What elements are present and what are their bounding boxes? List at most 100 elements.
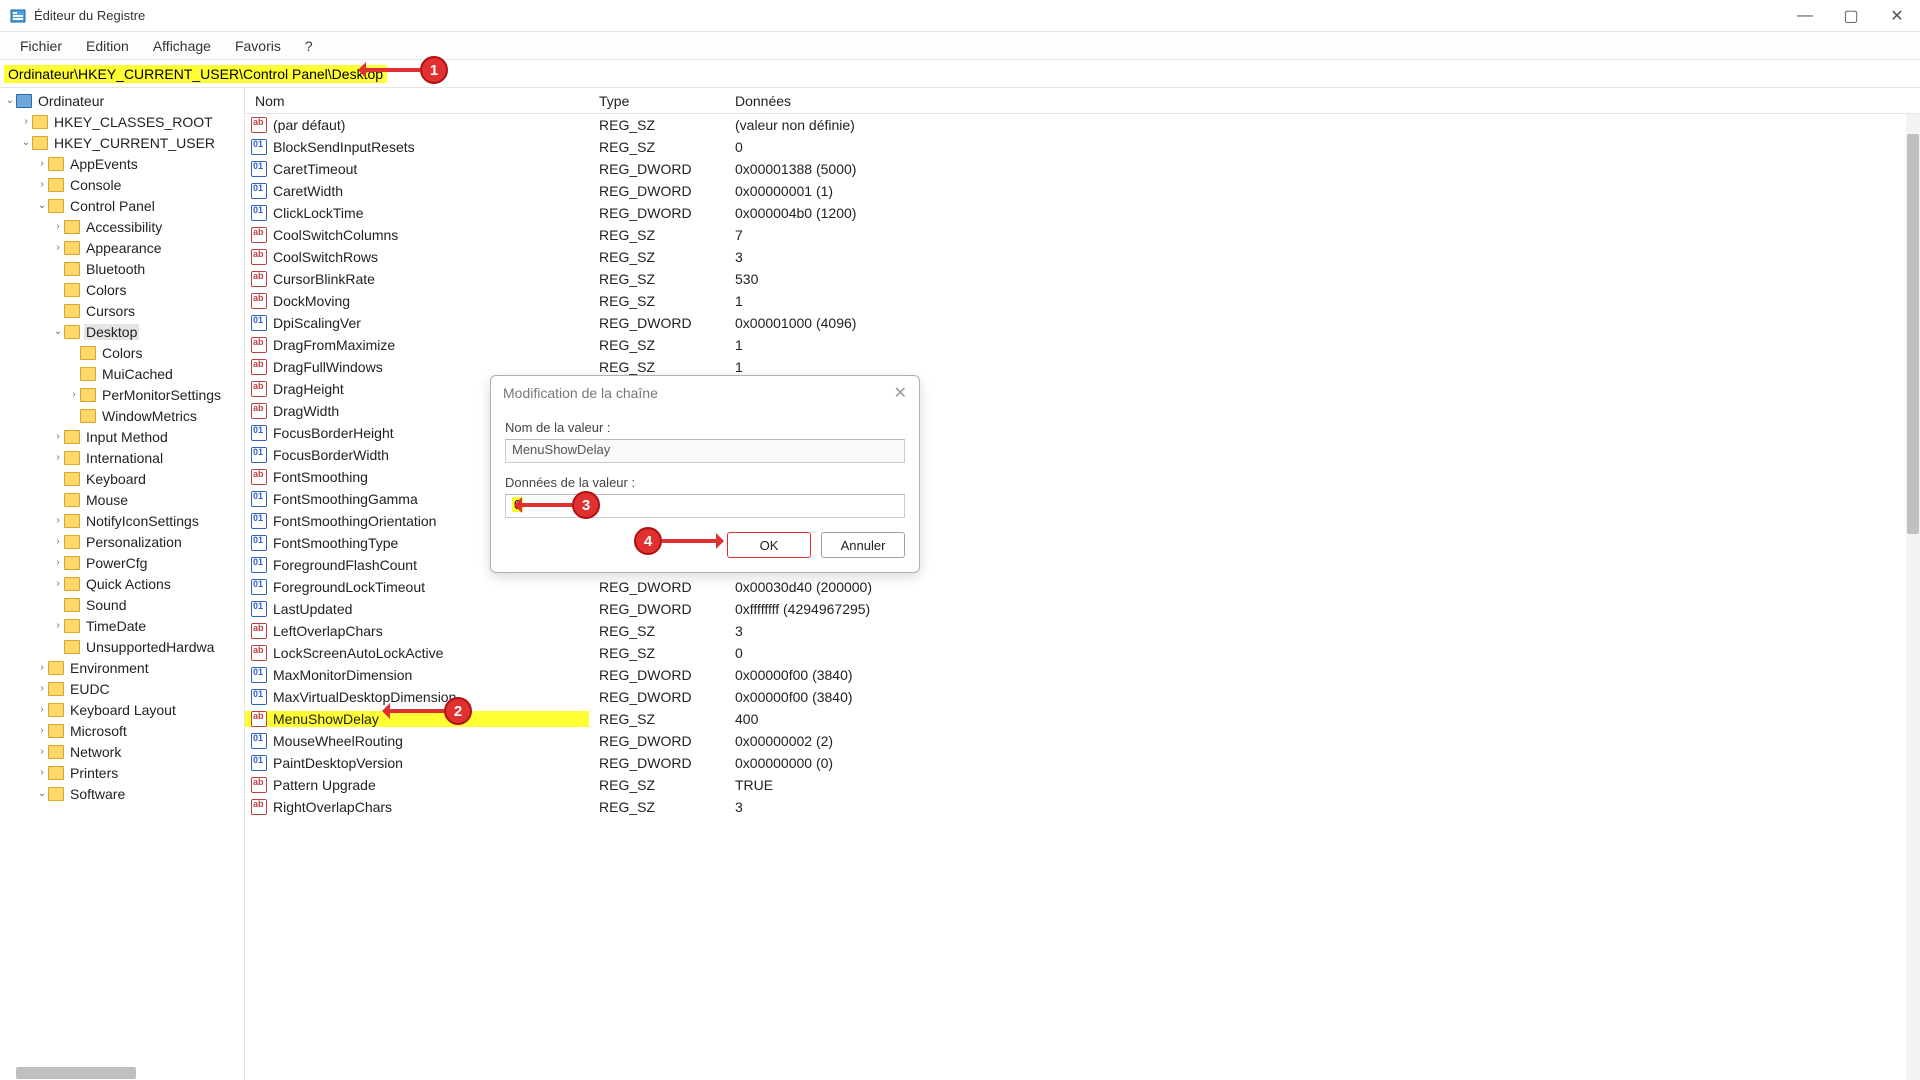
cancel-button[interactable]: Annuler	[821, 532, 905, 558]
tree-item-permonitorsettings[interactable]: ›PerMonitorSettings	[0, 384, 244, 405]
table-row[interactable]: RightOverlapCharsREG_SZ3	[245, 796, 1920, 818]
tree-item-desktop[interactable]: ⌄Desktop	[0, 321, 244, 342]
menu-affichage[interactable]: Affichage	[141, 34, 223, 58]
tree-item-quick-actions[interactable]: ›Quick Actions	[0, 573, 244, 594]
table-row[interactable]: DockMovingREG_SZ1	[245, 290, 1920, 312]
tree-item-hkey-current-user[interactable]: ⌄HKEY_CURRENT_USER	[0, 132, 244, 153]
table-row[interactable]: PaintDesktopVersionREG_DWORD0x00000000 (…	[245, 752, 1920, 774]
tree-item-microsoft[interactable]: ›Microsoft	[0, 720, 244, 741]
table-row[interactable]: (par défaut)REG_SZ(valeur non définie)	[245, 114, 1920, 136]
tree-item-colors[interactable]: Colors	[0, 279, 244, 300]
table-row[interactable]: CursorBlinkRateREG_SZ530	[245, 268, 1920, 290]
table-row[interactable]: CoolSwitchRowsREG_SZ3	[245, 246, 1920, 268]
tree-item-cursors[interactable]: Cursors	[0, 300, 244, 321]
table-row[interactable]: LastUpdatedREG_DWORD0xffffffff (42949672…	[245, 598, 1920, 620]
tree-item-personalization[interactable]: ›Personalization	[0, 531, 244, 552]
expand-icon[interactable]: ›	[52, 242, 64, 253]
tree-item-unsupportedhardwa[interactable]: UnsupportedHardwa	[0, 636, 244, 657]
tree-item-accessibility[interactable]: ›Accessibility	[0, 216, 244, 237]
tree-item-console[interactable]: ›Console	[0, 174, 244, 195]
tree-horizontal-scrollbar[interactable]	[0, 1066, 244, 1080]
table-row[interactable]: MenuShowDelayREG_SZ400	[245, 708, 1920, 730]
table-row[interactable]: LockScreenAutoLockActiveREG_SZ0	[245, 642, 1920, 664]
tree-item-notifyiconsettings[interactable]: ›NotifyIconSettings	[0, 510, 244, 531]
expand-icon[interactable]: ›	[36, 767, 48, 778]
tree-item-powercfg[interactable]: ›PowerCfg	[0, 552, 244, 573]
menu-favoris[interactable]: Favoris	[223, 34, 293, 58]
tree-item-keyboard[interactable]: Keyboard	[0, 468, 244, 489]
expand-icon[interactable]: ›	[36, 683, 48, 694]
tree-item-muicached[interactable]: MuiCached	[0, 363, 244, 384]
list-header[interactable]: Nom Type Données	[245, 88, 1920, 114]
tree-item-appevents[interactable]: ›AppEvents	[0, 153, 244, 174]
table-row[interactable]: DragFromMaximizeREG_SZ1	[245, 334, 1920, 356]
expand-icon[interactable]: ›	[52, 515, 64, 526]
tree-item-appearance[interactable]: ›Appearance	[0, 237, 244, 258]
table-row[interactable]: LeftOverlapCharsREG_SZ3	[245, 620, 1920, 642]
minimize-button[interactable]: —	[1782, 0, 1828, 32]
tree-item-input-method[interactable]: ›Input Method	[0, 426, 244, 447]
tree-item-software[interactable]: ⌄Software	[0, 783, 244, 804]
column-data[interactable]: Données	[725, 93, 1920, 109]
menu-fichier[interactable]: Fichier	[8, 34, 74, 58]
expand-icon[interactable]: ⌄	[36, 788, 48, 799]
value-data-field[interactable]: 0	[505, 494, 905, 518]
address-bar[interactable]: Ordinateur\HKEY_CURRENT_USER\Control Pan…	[0, 60, 1920, 88]
tree-item-colors[interactable]: Colors	[0, 342, 244, 363]
table-row[interactable]: DpiScalingVerREG_DWORD0x00001000 (4096)	[245, 312, 1920, 334]
value-list[interactable]: Nom Type Données (par défaut)REG_SZ(vale…	[245, 88, 1920, 1080]
tree-item-printers[interactable]: ›Printers	[0, 762, 244, 783]
expand-icon[interactable]: ⌄	[20, 137, 32, 148]
tree-item-bluetooth[interactable]: Bluetooth	[0, 258, 244, 279]
table-row[interactable]: ClickLockTimeREG_DWORD0x000004b0 (1200)	[245, 202, 1920, 224]
expand-icon[interactable]: ⌄	[4, 95, 16, 106]
table-row[interactable]: ForegroundLockTimeoutREG_DWORD0x00030d40…	[245, 576, 1920, 598]
expand-icon[interactable]: ›	[36, 725, 48, 736]
ok-button[interactable]: OK	[727, 532, 811, 558]
menu-?[interactable]: ?	[293, 34, 325, 58]
table-row[interactable]: Pattern UpgradeREG_SZTRUE	[245, 774, 1920, 796]
close-button[interactable]: ✕	[1874, 0, 1920, 32]
expand-icon[interactable]: ⌄	[52, 326, 64, 337]
tree-item-environment[interactable]: ›Environment	[0, 657, 244, 678]
column-type[interactable]: Type	[589, 93, 725, 109]
tree-item-network[interactable]: ›Network	[0, 741, 244, 762]
tree-item-hkey-classes-root[interactable]: ›HKEY_CLASSES_ROOT	[0, 111, 244, 132]
address-path[interactable]: Ordinateur\HKEY_CURRENT_USER\Control Pan…	[4, 65, 387, 83]
maximize-button[interactable]: ▢	[1828, 0, 1874, 32]
tree-item-eudc[interactable]: ›EUDC	[0, 678, 244, 699]
expand-icon[interactable]: ›	[52, 536, 64, 547]
tree-item-timedate[interactable]: ›TimeDate	[0, 615, 244, 636]
expand-icon[interactable]: ›	[52, 221, 64, 232]
expand-icon[interactable]: ›	[36, 662, 48, 673]
tree-item-sound[interactable]: Sound	[0, 594, 244, 615]
expand-icon[interactable]: ›	[52, 452, 64, 463]
table-row[interactable]: CoolSwitchColumnsREG_SZ7	[245, 224, 1920, 246]
expand-icon[interactable]: ›	[36, 179, 48, 190]
expand-icon[interactable]: ⌄	[36, 200, 48, 211]
tree-item-keyboard-layout[interactable]: ›Keyboard Layout	[0, 699, 244, 720]
dialog-titlebar[interactable]: Modification de la chaîne ✕	[491, 376, 919, 410]
table-row[interactable]: CaretWidthREG_DWORD0x00000001 (1)	[245, 180, 1920, 202]
list-vertical-scrollbar[interactable]	[1906, 114, 1920, 1080]
expand-icon[interactable]: ›	[52, 431, 64, 442]
column-name[interactable]: Nom	[245, 93, 589, 109]
table-row[interactable]: MaxVirtualDesktopDimensionREG_DWORD0x000…	[245, 686, 1920, 708]
expand-icon[interactable]: ›	[52, 620, 64, 631]
dialog-close-icon[interactable]: ✕	[894, 383, 907, 403]
table-row[interactable]: CaretTimeoutREG_DWORD0x00001388 (5000)	[245, 158, 1920, 180]
menu-edition[interactable]: Edition	[74, 34, 141, 58]
tree-item-windowmetrics[interactable]: WindowMetrics	[0, 405, 244, 426]
expand-icon[interactable]: ›	[52, 578, 64, 589]
tree-item-control-panel[interactable]: ⌄Control Panel	[0, 195, 244, 216]
expand-icon[interactable]: ›	[36, 746, 48, 757]
tree-item-international[interactable]: ›International	[0, 447, 244, 468]
registry-tree[interactable]: ⌄Ordinateur›HKEY_CLASSES_ROOT⌄HKEY_CURRE…	[0, 88, 245, 1080]
expand-icon[interactable]: ›	[52, 557, 64, 568]
table-row[interactable]: BlockSendInputResetsREG_SZ0	[245, 136, 1920, 158]
expand-icon[interactable]: ›	[36, 704, 48, 715]
expand-icon[interactable]: ›	[20, 116, 32, 127]
expand-icon[interactable]: ›	[68, 389, 80, 400]
table-row[interactable]: MouseWheelRoutingREG_DWORD0x00000002 (2)	[245, 730, 1920, 752]
expand-icon[interactable]: ›	[36, 158, 48, 169]
